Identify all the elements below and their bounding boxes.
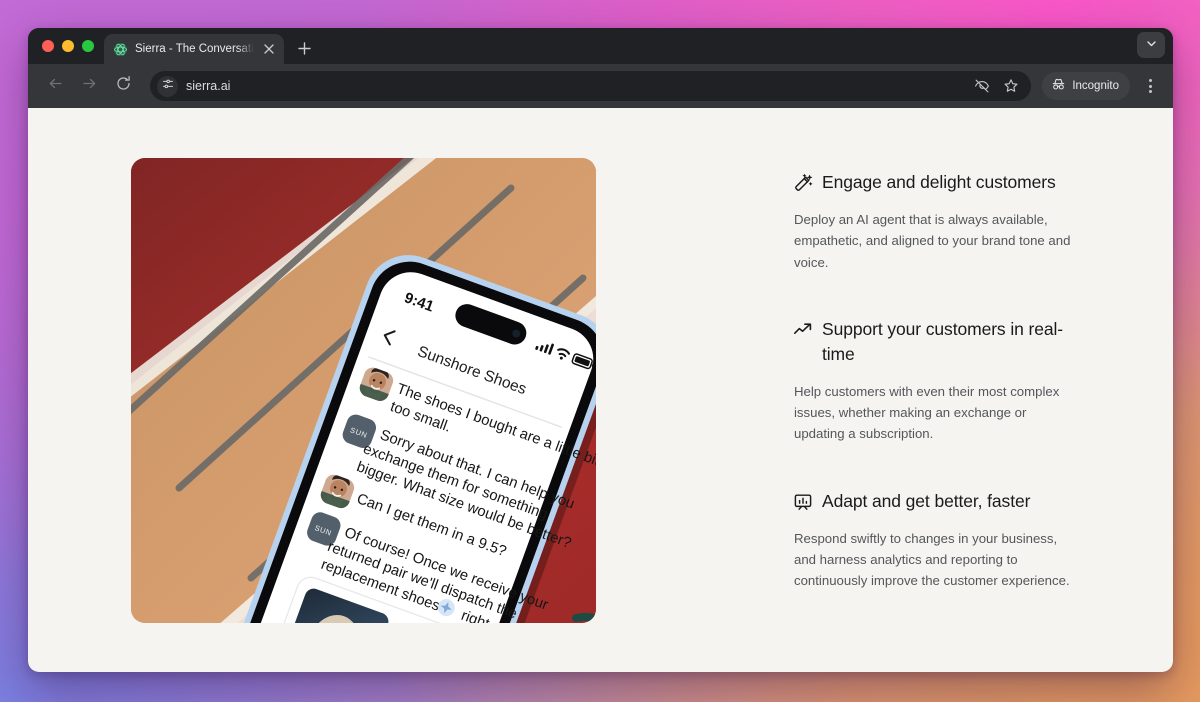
site-settings-button[interactable] (157, 75, 178, 97)
photo-illustration: 9:41 Sunshore Shoes The shoes I bought a… (131, 158, 596, 623)
new-tab-button[interactable] (290, 34, 318, 62)
kebab-menu-icon (1148, 79, 1152, 82)
close-icon[interactable] (261, 41, 277, 57)
address-bar[interactable]: sierra.ai (150, 71, 1032, 101)
incognito-label: Incognito (1072, 80, 1119, 92)
star-icon[interactable] (1001, 76, 1021, 96)
incognito-indicator[interactable]: Incognito (1042, 72, 1130, 100)
eye-off-icon[interactable] (972, 76, 992, 96)
chevron-down-icon (1146, 36, 1157, 54)
url-text[interactable]: sierra.ai (186, 79, 230, 93)
maximize-window-button[interactable] (82, 40, 94, 52)
feature-body: Respond swiftly to changes in your busin… (794, 530, 1070, 589)
presentation-chart-icon (793, 492, 813, 512)
forward-button[interactable] (74, 71, 104, 101)
feature-heading: Engage and delight customers (793, 170, 1113, 195)
feature-title: Support your customers in real-time (822, 318, 1064, 364)
feature-heading: Adapt and get better, faster (793, 489, 1113, 514)
tab-title: Sierra - The Conversational A (135, 43, 254, 55)
feature-title: Engage and delight customers (822, 172, 1056, 192)
feature-item-engage: Engage and delight customers Deploy an A… (793, 170, 1113, 273)
feature-list: Engage and delight customers Deploy an A… (596, 158, 1113, 592)
page-content: 9:41 Sunshore Shoes The shoes I bought a… (28, 108, 1173, 623)
feature-heading: Support your customers in real-time (793, 317, 1113, 367)
feature-body: Help customers with even their most comp… (794, 383, 1060, 442)
arrow-right-icon (81, 75, 98, 97)
reload-button[interactable] (108, 71, 138, 101)
back-button[interactable] (40, 71, 70, 101)
feature-title: Adapt and get better, faster (822, 490, 1031, 511)
incognito-hat-icon (1051, 77, 1066, 95)
minimize-window-button[interactable] (62, 40, 74, 52)
reload-icon (115, 75, 132, 97)
browser-tab[interactable]: Sierra - The Conversational A (104, 34, 284, 64)
tune-icon (162, 77, 174, 95)
trending-up-icon (793, 320, 813, 340)
omnibox-actions (972, 76, 1023, 96)
close-window-button[interactable] (42, 40, 54, 52)
page-viewport: 9:41 Sunshore Shoes The shoes I bought a… (28, 108, 1173, 672)
phone-on-shoebox-photo: 9:41 Sunshore Shoes The shoes I bought a… (131, 158, 596, 623)
feature-body: Deploy an AI agent that is always availa… (794, 211, 1071, 270)
sierra-logo-icon (113, 42, 128, 57)
feature-item-adapt: Adapt and get better, faster Respond swi… (793, 489, 1113, 592)
browser-toolbar: sierra.ai Incognito (28, 64, 1173, 108)
feature-item-support: Support your customers in real-time Help… (793, 317, 1113, 445)
arrow-left-icon (47, 75, 64, 97)
tab-strip: Sierra - The Conversational A (28, 28, 1173, 64)
window-traffic-lights (40, 28, 104, 64)
browser-window: Sierra - The Conversational A (28, 28, 1173, 672)
magic-wand-icon (793, 173, 813, 193)
desktop-wallpaper: Sierra - The Conversational A (0, 0, 1200, 702)
browser-menu-button[interactable] (1137, 72, 1163, 100)
tab-search-button[interactable] (1137, 32, 1165, 58)
